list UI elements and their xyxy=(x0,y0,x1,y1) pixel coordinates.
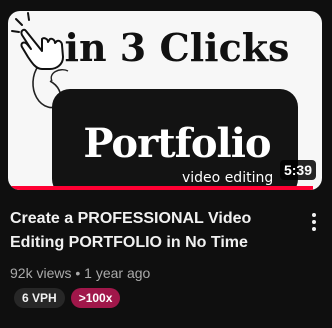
vph-badge: 6 VPH xyxy=(14,288,65,308)
menu-dot xyxy=(312,227,316,231)
meta-separator: • xyxy=(75,265,81,281)
duration-badge: 5:39 xyxy=(279,160,316,180)
outlier-ratio-badge: >100x xyxy=(70,288,121,308)
video-title[interactable]: Create a PROFESSIONAL Video Editing PORT… xyxy=(10,207,292,255)
video-card[interactable]: in 3 Clicks Portfolio video editing 5:39… xyxy=(0,0,332,328)
thumbnail-subtitle: video editing xyxy=(182,170,274,186)
stats-badges: 6 VPH >100x xyxy=(14,288,121,308)
watch-progress-bar xyxy=(8,186,322,190)
menu-dot xyxy=(312,213,316,217)
video-thumbnail[interactable]: in 3 Clicks Portfolio video editing 5:39 xyxy=(8,11,322,190)
video-meta: 92k views • 1 year ago xyxy=(10,264,150,282)
watch-progress-fill xyxy=(8,186,313,190)
menu-dot xyxy=(312,220,316,224)
view-count: 92k views xyxy=(10,265,72,281)
pointing-hand-icon xyxy=(11,12,64,70)
more-vert-icon[interactable] xyxy=(304,208,324,236)
upload-age: 1 year ago xyxy=(84,265,151,281)
thumbnail-title: Portfolio xyxy=(83,120,271,167)
